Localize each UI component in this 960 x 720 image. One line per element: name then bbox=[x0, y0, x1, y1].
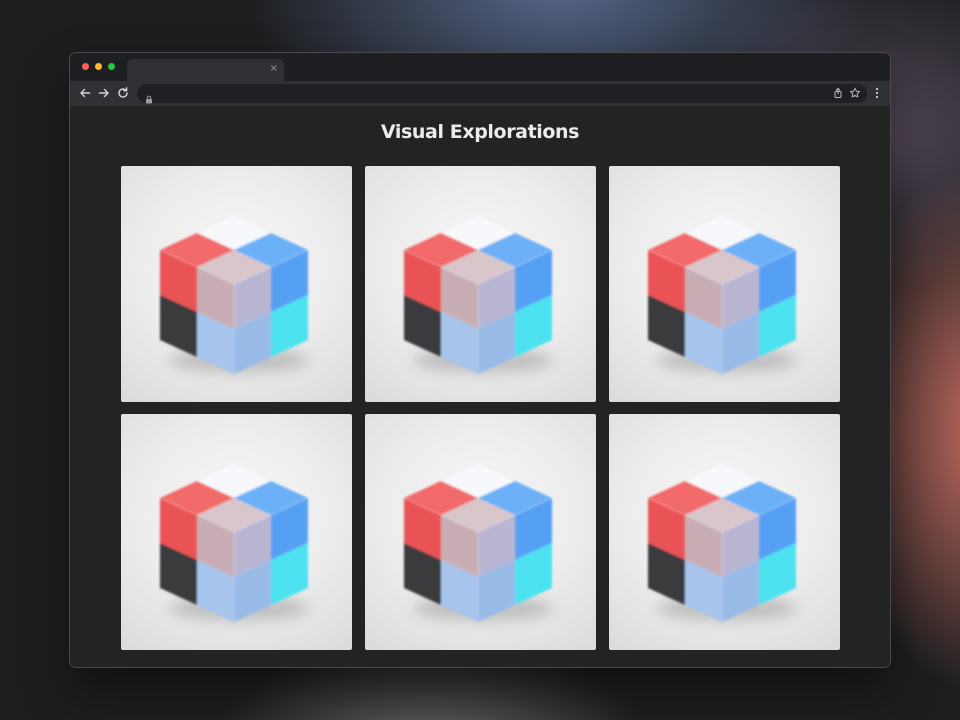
lock-icon bbox=[145, 89, 153, 104]
close-tab-icon[interactable]: × bbox=[270, 63, 278, 75]
cube-render-image bbox=[403, 464, 553, 622]
zoom-window-button[interactable] bbox=[108, 63, 115, 70]
close-window-button[interactable] bbox=[82, 63, 89, 70]
browser-toolbar bbox=[70, 81, 890, 106]
tab-strip: × bbox=[70, 53, 890, 81]
page-content: Visual Explorations bbox=[70, 106, 890, 667]
cube-render-image bbox=[159, 216, 309, 374]
gallery-item-4[interactable] bbox=[121, 414, 352, 650]
forward-arrow-icon[interactable] bbox=[97, 86, 111, 100]
cube-render-image bbox=[159, 464, 309, 622]
star-icon[interactable] bbox=[849, 87, 861, 99]
share-icon[interactable] bbox=[832, 87, 844, 99]
cube-render-image bbox=[647, 464, 797, 622]
reload-icon[interactable] bbox=[116, 86, 130, 100]
gallery-item-1[interactable] bbox=[121, 166, 352, 402]
page-title: Visual Explorations bbox=[380, 121, 580, 143]
address-bar[interactable] bbox=[137, 84, 867, 104]
gallery-item-2[interactable] bbox=[365, 166, 596, 402]
browser-window: × Visual Explorations bbox=[69, 52, 891, 668]
gallery-grid bbox=[121, 166, 841, 650]
gallery-item-5[interactable] bbox=[365, 414, 596, 650]
cube-render-image bbox=[403, 216, 553, 374]
cube-render-image bbox=[647, 216, 797, 374]
gallery-item-6[interactable] bbox=[609, 414, 840, 650]
minimize-window-button[interactable] bbox=[95, 63, 102, 70]
back-arrow-icon[interactable] bbox=[78, 86, 92, 100]
more-menu-icon[interactable] bbox=[872, 86, 882, 100]
gallery-item-3[interactable] bbox=[609, 166, 840, 402]
browser-tab[interactable]: × bbox=[127, 59, 284, 81]
